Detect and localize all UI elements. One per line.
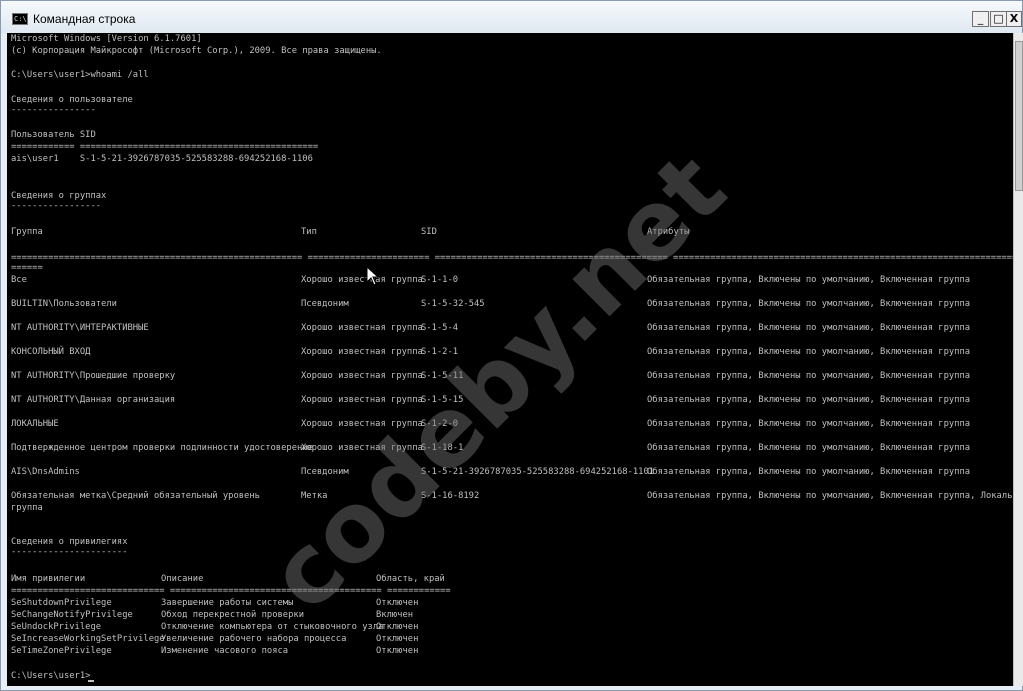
window-title: Командная строка [33, 12, 136, 26]
title-bar[interactable]: C:\. Командная строка _ □ X [1, 1, 1022, 33]
privilege-cell: Изменение часового пояса [161, 646, 289, 656]
groups-separator-tail: ====== [11, 263, 43, 273]
console-line: Microsoft Windows [Version 6.1.7601] [11, 34, 202, 44]
priv-header-state: Область, край [376, 574, 445, 584]
group-cell: S-1-16-8192 [421, 491, 480, 501]
group-cell: S-1-5-11 [421, 371, 464, 381]
privilege-cell: SeChangeNotifyPrivilege [11, 610, 133, 620]
group-cell: Псевдоним [301, 299, 349, 309]
group-cell: Хорошо известная группа [301, 347, 423, 357]
group-cell: S-1-5-15 [421, 395, 464, 405]
group-cell: S-1-5-4 [421, 323, 459, 333]
group-cell: S-1-18-1 [421, 443, 464, 453]
privilege-cell: Отключение компьютера от стыковочного уз… [161, 622, 384, 632]
group-cell: S-1-2-0 [421, 419, 459, 429]
priv-separator: ============================= ==========… [11, 586, 451, 596]
user-header: Пользователь SID [11, 130, 96, 140]
privilege-cell: Отключен [376, 646, 419, 656]
group-cell: Обязательная группа, Включены по умолчан… [647, 443, 971, 453]
group-cell: КОНСОЛЬНЫЙ ВХОД [11, 347, 91, 357]
group-cell: Подтвержденное центром проверки подлинно… [11, 443, 313, 453]
privilege-cell: Завершение работы системы [161, 598, 294, 608]
group-cell: Обязательная группа, Включены по умолчан… [647, 419, 971, 429]
group-cell: S-1-2-1 [421, 347, 459, 357]
group-cell: Обязательная группа, Включены по умолчан… [647, 323, 971, 333]
close-button[interactable]: X [1006, 11, 1022, 27]
privilege-cell: SeTimeZonePrivilege [11, 646, 112, 656]
console-line: (c) Корпорация Майкрософт (Microsoft Cor… [11, 46, 382, 56]
maximize-button[interactable]: □ [990, 11, 1007, 27]
privilege-cell: Отключен [376, 634, 419, 644]
privilege-cell: Отключен [376, 598, 419, 608]
group-cell: Хорошо известная группа [301, 323, 423, 333]
privilege-cell: Обход перекрестной проверки [161, 610, 304, 620]
section-underline: ---------------------- [11, 547, 128, 557]
group-cell: Хорошо известная группа [301, 395, 423, 405]
priv-header-name: Имя привилегии [11, 574, 86, 584]
groups-header-attributes: Атрибуты [647, 227, 690, 237]
group-cell: BUILTIN\Пользователи [11, 299, 117, 309]
group-cell: Обязательная группа, Включены по умолчан… [647, 467, 971, 477]
privilege-cell: Отключен [376, 622, 419, 632]
group-cell: Хорошо известная группа [301, 419, 423, 429]
watermark: codeby.net [247, 132, 747, 633]
cmd-icon[interactable]: C:\. [12, 13, 28, 25]
console-output[interactable]: Microsoft Windows [Version 6.1.7601] (c)… [7, 33, 1013, 686]
group-row-continuation: группа [11, 503, 43, 513]
command-prompt[interactable]: C:\Users\user1> [11, 670, 90, 682]
group-cell: NT AUTHORITY\ИНТЕРАКТИВНЫЕ [11, 323, 149, 333]
group-cell: Обязательная группа, Включены по умолчан… [647, 371, 971, 381]
groups-separator: ========================================… [11, 253, 1013, 263]
group-cell: Обязательная группа, Включены по умолчан… [647, 275, 971, 285]
mouse-pointer-icon [366, 266, 380, 286]
group-cell: Обязательная метка\Средний обязательный … [11, 491, 260, 501]
group-cell: S-1-5-32-545 [421, 299, 485, 309]
group-cell: Все [11, 275, 27, 285]
user-row: ais\user1 S-1-5-21-3926787035-525583288-… [11, 154, 313, 164]
group-cell: Обязательная группа, Включены по умолчан… [647, 347, 971, 357]
group-cell: Хорошо известная группа [301, 371, 423, 381]
user-separator: ============ ===========================… [11, 142, 319, 152]
text-cursor [88, 680, 94, 682]
group-cell: Метка [301, 491, 328, 501]
group-cell: S-1-1-0 [421, 275, 459, 285]
privilege-cell: SeUndockPrivilege [11, 622, 102, 632]
scrollbar-thumb[interactable] [1015, 41, 1023, 191]
group-cell: NT AUTHORITY\Прошедшие проверку [11, 371, 176, 381]
group-cell: Хорошо известная группа [301, 443, 423, 453]
group-cell: ЛОКАЛЬНЫЕ [11, 419, 59, 429]
group-cell: Псевдоним [301, 467, 349, 477]
group-cell: Хорошо известная группа [301, 275, 423, 285]
section-underline: ---------------- [11, 105, 96, 115]
group-cell: Обязательная группа, Включены по умолчан… [647, 299, 971, 309]
priv-header-description: Описание [161, 574, 204, 584]
privilege-cell: SeIncreaseWorkingSetPrivilege [11, 634, 165, 644]
privilege-cell: Увеличение рабочего набора процесса [161, 634, 347, 644]
privilege-cell: SeShutdownPrivilege [11, 598, 112, 608]
section-underline: ----------------- [11, 201, 102, 211]
minimize-button[interactable]: _ [972, 11, 989, 27]
group-cell: Обязательная группа, Включены по умолчан… [647, 491, 1013, 501]
vertical-scrollbar[interactable] [1013, 33, 1023, 686]
group-cell: AIS\DnsAdmins [11, 467, 80, 477]
groups-header-type: Тип [301, 227, 317, 237]
group-cell: Обязательная группа, Включены по умолчан… [647, 395, 971, 405]
privilege-cell: Включен [376, 610, 414, 620]
command-line: C:\Users\user1>whoami /all [11, 70, 149, 80]
group-cell: NT AUTHORITY\Данная организация [11, 395, 176, 405]
groups-header-sid: SID [421, 227, 437, 237]
groups-header-group: Группа [11, 227, 43, 237]
cmd-window: C:\. Командная строка _ □ X Microsoft Wi… [0, 0, 1023, 691]
group-cell: S-1-5-21-3926787035-525583288-694252168-… [421, 467, 655, 477]
